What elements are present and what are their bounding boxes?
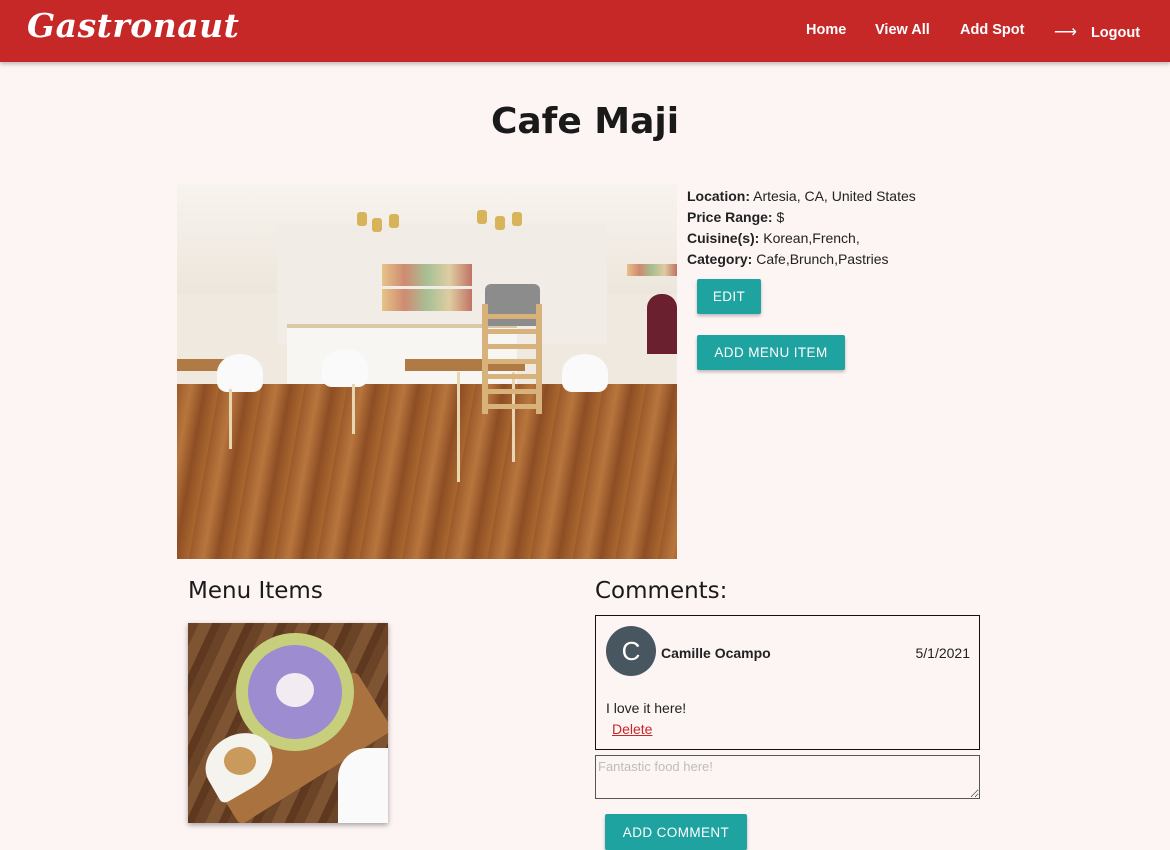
cuisine-label: Cuisine(s): [687,230,760,246]
nav-view-all-link[interactable]: View All [875,22,930,38]
location-row: Location: Artesia, CA, United States [687,186,916,207]
avatar: C [606,626,656,676]
price-row: Price Range: $ [687,207,916,228]
nav-logout-link[interactable]: ⟶ Logout [1054,22,1140,42]
comment-input[interactable] [595,755,980,799]
location-label: Location: [687,188,750,204]
brand-logo[interactable]: Gastronaut [27,6,239,45]
right-arrow-icon: ⟶ [1054,24,1077,41]
comment-text: I love it here! [606,700,687,716]
navbar: Gastronaut Home View All Add Spot ⟶ Logou… [0,0,1170,62]
menu-items-heading: Menu Items [188,578,323,604]
category-value: Cafe,Brunch,Pastries [756,251,889,267]
logout-label: Logout [1090,25,1141,41]
price-value: $ [776,209,785,225]
edit-button[interactable]: Edit [697,279,761,314]
delete-comment-link[interactable]: Delete [612,721,652,737]
nav-add-spot-link[interactable]: Add Spot [960,22,1024,38]
nav-home-link[interactable]: Home [806,22,846,38]
cuisine-value: Korean,French, [763,230,860,246]
menu-item-photo[interactable] [188,623,388,823]
comment-author: Camille Ocampo [661,645,771,661]
comment-card: C Camille Ocampo 5/1/2021 I love it here… [595,615,980,750]
page-title: Cafe Maji [490,101,680,142]
location-value: Artesia, CA, United States [753,188,916,204]
cuisine-row: Cuisine(s): Korean,French, [687,228,916,249]
category-label: Category: [687,251,753,267]
comment-date: 5/1/2021 [915,645,971,661]
category-row: Category: Cafe,Brunch,Pastries [687,249,916,270]
comments-heading: Comments: [595,578,728,604]
spot-details: Location: Artesia, CA, United States Pri… [687,186,916,270]
spot-photo [177,184,677,559]
price-label: Price Range: [687,209,773,225]
add-menu-item-button[interactable]: Add Menu Item [697,335,845,370]
